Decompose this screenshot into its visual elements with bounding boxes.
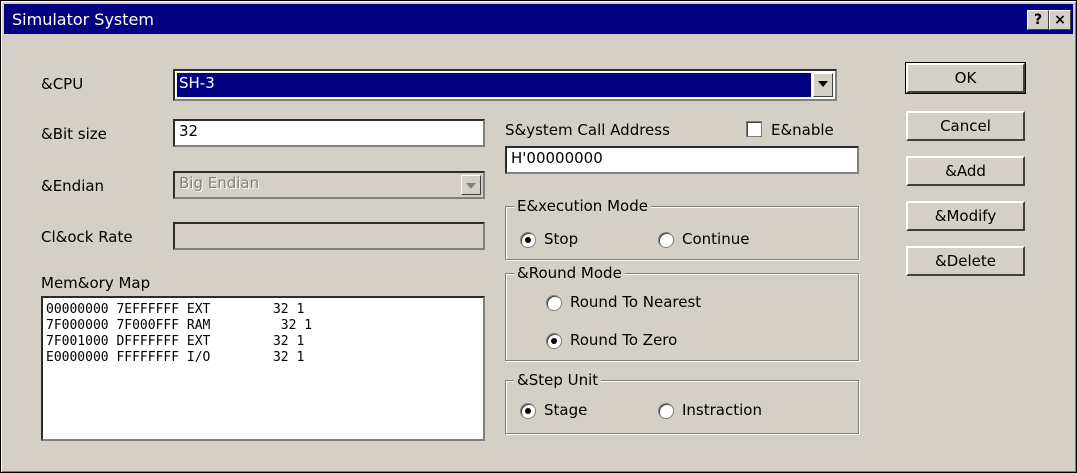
step-unit-group: &Step Unit Stage Instraction <box>505 371 859 434</box>
memory-map-list[interactable]: 00000000 7EFFFFFF EXT 32 1 7F000000 7F00… <box>41 296 485 441</box>
cpu-label: &CPU <box>41 75 84 93</box>
enable-label: E&nable <box>771 121 834 139</box>
radio-stage-label: Stage <box>544 401 588 419</box>
help-icon[interactable]: ? <box>1027 10 1049 30</box>
endian-select[interactable]: Big Endian <box>173 171 485 199</box>
add-button[interactable]: &Add <box>906 156 1025 186</box>
syscall-label: S&ystem Call Address <box>505 121 670 139</box>
radio-stop[interactable] <box>520 232 536 248</box>
radio-instraction-label: Instraction <box>682 401 762 419</box>
clock-rate-label: Cl&ock Rate <box>41 228 133 246</box>
round-mode-group: &Round Mode Round To Nearest Round To Ze… <box>505 264 859 361</box>
delete-button[interactable]: &Delete <box>906 246 1025 276</box>
list-item[interactable]: 00000000 7EFFFFFF EXT 32 1 <box>46 302 480 318</box>
modify-button[interactable]: &Modify <box>906 201 1025 231</box>
ok-button[interactable]: OK <box>905 62 1026 94</box>
round-mode-title: &Round Mode <box>514 264 625 282</box>
radio-instraction[interactable] <box>658 403 674 419</box>
enable-checkbox[interactable] <box>746 121 762 137</box>
cancel-button[interactable]: Cancel <box>906 111 1025 141</box>
radio-stop-label: Stop <box>544 230 579 248</box>
close-icon[interactable]: × <box>1049 10 1071 30</box>
radio-round-zero[interactable] <box>546 333 562 349</box>
endian-label: &Endian <box>41 177 105 195</box>
radio-stage[interactable] <box>520 403 536 419</box>
execution-mode-title: E&xecution Mode <box>514 197 651 215</box>
chevron-down-icon[interactable] <box>461 175 481 195</box>
radio-continue[interactable] <box>658 232 674 248</box>
radio-round-zero-label: Round To Zero <box>570 331 678 349</box>
syscall-address-field[interactable]: H'00000000 <box>505 146 859 174</box>
radio-round-nearest[interactable] <box>546 295 562 311</box>
list-item[interactable]: 7F000000 7F000FFF RAM 32 1 <box>46 318 480 334</box>
chevron-down-icon[interactable] <box>813 73 833 97</box>
cpu-select[interactable]: SH-3 <box>173 69 837 101</box>
execution-mode-group: E&xecution Mode Stop Continue <box>505 197 859 260</box>
dialog-window: Simulator System ? × &CPU SH-3 &Bit size… <box>0 0 1077 473</box>
step-unit-title: &Step Unit <box>514 371 602 389</box>
title-bar[interactable]: Simulator System ? × <box>4 4 1073 34</box>
bit-size-label: &Bit size <box>41 125 107 143</box>
radio-continue-label: Continue <box>682 230 750 248</box>
list-item[interactable]: E0000000 FFFFFFFF I/O 32 1 <box>46 350 480 366</box>
memory-map-label: Mem&ory Map <box>41 274 151 292</box>
clock-rate-field[interactable] <box>173 222 485 250</box>
endian-value: Big Endian <box>179 174 260 192</box>
bit-size-field[interactable]: 32 <box>173 119 485 147</box>
list-item[interactable]: 7F001000 DFFFFFFF EXT 32 1 <box>46 334 480 350</box>
cpu-value: SH-3 <box>176 72 812 98</box>
window-title: Simulator System <box>12 10 154 29</box>
radio-round-nearest-label: Round To Nearest <box>570 293 702 311</box>
